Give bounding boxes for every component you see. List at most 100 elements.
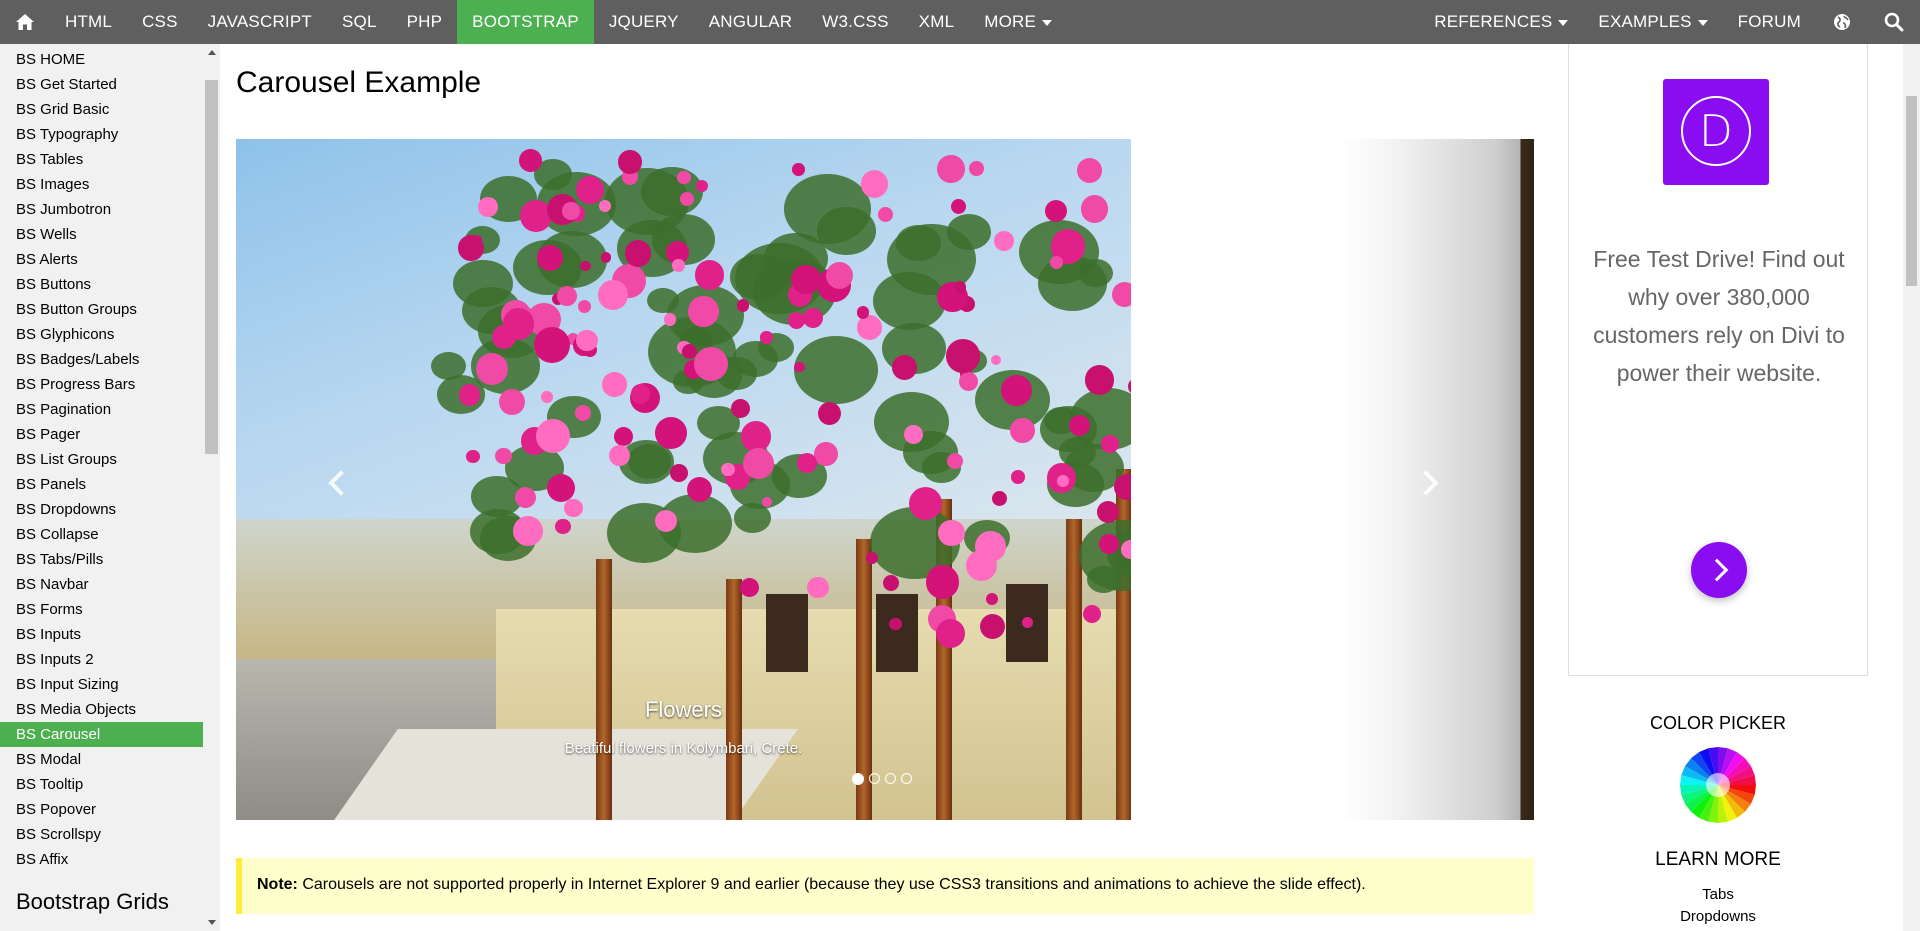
slide-flower [580,260,591,272]
carousel-indicator[interactable] [852,773,864,785]
nav-right-group: REFERENCES EXAMPLES FORUM [1419,0,1920,44]
ad-arrow-button[interactable] [1691,542,1747,598]
sidebar-item[interactable]: BS Pagination [0,397,203,422]
nav-sql[interactable]: SQL [327,0,392,44]
sidebar-item[interactable]: BS Tabs/Pills [0,547,203,572]
slide-flower [1101,434,1119,453]
sidebar-item[interactable]: BS Typography [0,122,203,147]
slide-flower [792,163,805,176]
sidebar-item[interactable]: BS Button Groups [0,297,203,322]
slide-flower [951,198,967,214]
nav-javascript[interactable]: JAVASCRIPT [193,0,327,44]
sidebar-item[interactable]: BS Pager [0,422,203,447]
sidebar-item[interactable]: BS Forms [0,597,203,622]
nav-forum[interactable]: FORUM [1723,0,1816,44]
nav-html[interactable]: HTML [50,0,127,44]
slide-flower [555,518,571,535]
sidebar-item[interactable]: BS Buttons [0,272,203,297]
sidebar-item[interactable]: BS Tables [0,147,203,172]
advertisement[interactable]: D Free Test Drive! Find out why over 380… [1568,44,1868,676]
learn-more-link-dropdowns[interactable]: Dropdowns [1568,908,1868,925]
sidebar-item[interactable]: BS Inputs [0,622,203,647]
sidebar-item[interactable]: BS HOME [0,47,203,72]
carousel-indicator[interactable] [869,773,880,784]
slide-flower [760,331,773,344]
caret-down-icon [1042,20,1053,26]
slide-flower [1068,415,1090,437]
carousel-indicator[interactable] [885,773,896,784]
sidebar-item[interactable]: BS List Groups [0,447,203,472]
scroll-down-arrow-icon[interactable] [208,920,216,925]
sidebar-scrollbar-thumb[interactable] [205,80,218,454]
nav-xml[interactable]: XML [904,0,970,44]
slide-leaf [647,287,679,313]
nav-references-dropdown[interactable]: REFERENCES [1419,0,1583,44]
note-box: Note: Carousels are not supported proper… [236,858,1534,914]
sidebar-item[interactable]: BS Modal [0,747,203,772]
slide-flower [1044,200,1067,223]
translate-button[interactable] [1816,0,1868,44]
slide-flower [502,308,535,340]
sidebar-item[interactable]: BS Scrollspy [0,822,203,847]
nav-bootstrap[interactable]: BOOTSTRAP [457,0,594,44]
sidebar-item[interactable]: BS Media Objects [0,697,203,722]
sidebar-item[interactable]: BS Collapse [0,522,203,547]
sidebar-item[interactable]: BS Navbar [0,572,203,597]
slide-flower [618,150,642,174]
sidebar-item[interactable]: BS Affix [0,847,203,872]
page-title: Carousel Example [236,66,482,99]
slide-flower [925,565,960,599]
nav-jquery[interactable]: JQUERY [594,0,694,44]
sidebar-item[interactable]: BS Inputs 2 [0,647,203,672]
nav-w3css[interactable]: W3.CSS [807,0,903,44]
slide-flower [514,486,537,509]
sidebar-item[interactable]: BS Dropdowns [0,497,203,522]
sidebar-item[interactable]: BS Grid Basic [0,97,203,122]
slide-flower [458,235,484,261]
page-scrollbar-thumb[interactable] [1906,96,1917,286]
slide-flower [630,384,651,405]
carousel-next-button[interactable] [1411,464,1451,504]
slide-flower [613,427,633,447]
color-picker-title[interactable]: COLOR PICKER [1568,713,1868,734]
page-scrollbar[interactable] [1903,44,1920,931]
sidebar-item[interactable]: BS Progress Bars [0,372,203,397]
sidebar-item[interactable]: BS Jumbotron [0,197,203,222]
learn-more-link-tabs[interactable]: Tabs [1568,886,1868,903]
slide-leaf [641,166,703,217]
sidebar-item[interactable]: BS Alerts [0,247,203,272]
slide-flower [597,280,628,310]
nav-php[interactable]: PHP [392,0,458,44]
home-button[interactable] [0,0,50,44]
note-label: Note: [257,876,298,893]
sidebar-item[interactable]: BS Images [0,172,203,197]
nav-angular[interactable]: ANGULAR [694,0,808,44]
scroll-up-arrow-icon[interactable] [208,50,216,55]
sidebar-item[interactable]: BS Badges/Labels [0,347,203,372]
sidebar-item[interactable]: BS Wells [0,222,203,247]
sidebar-item[interactable]: BS Popover [0,797,203,822]
carousel-prev-button[interactable] [316,464,356,504]
sidebar-item[interactable]: BS Input Sizing [0,672,203,697]
sidebar-scrollbar[interactable] [203,44,220,931]
slide-flower [576,329,598,352]
sidebar-item[interactable]: BS Tooltip [0,772,203,797]
sidebar-item[interactable]: BS Panels [0,472,203,497]
slide-flower [860,169,889,198]
slide-flower [969,160,984,176]
logo-letter: D [1699,106,1733,157]
carousel[interactable]: Flowers Beatiful flowers in Kolymbari, C… [236,139,1534,820]
nav-css[interactable]: CSS [127,0,193,44]
sidebar-item[interactable]: BS Get Started [0,72,203,97]
slide-flower [1080,195,1109,223]
nav-more-dropdown[interactable]: MORE [969,0,1067,44]
nav-examples-dropdown[interactable]: EXAMPLES [1583,0,1722,44]
search-button[interactable] [1868,0,1920,44]
slide-flower [663,313,676,326]
carousel-indicator[interactable] [901,773,912,784]
slide-flower [736,298,750,312]
color-wheel-icon[interactable] [1678,745,1758,825]
sidebar-item[interactable]: BS Carousel [0,722,203,747]
sidebar-item[interactable]: BS Glyphicons [0,322,203,347]
slide-flower [1057,475,1069,487]
